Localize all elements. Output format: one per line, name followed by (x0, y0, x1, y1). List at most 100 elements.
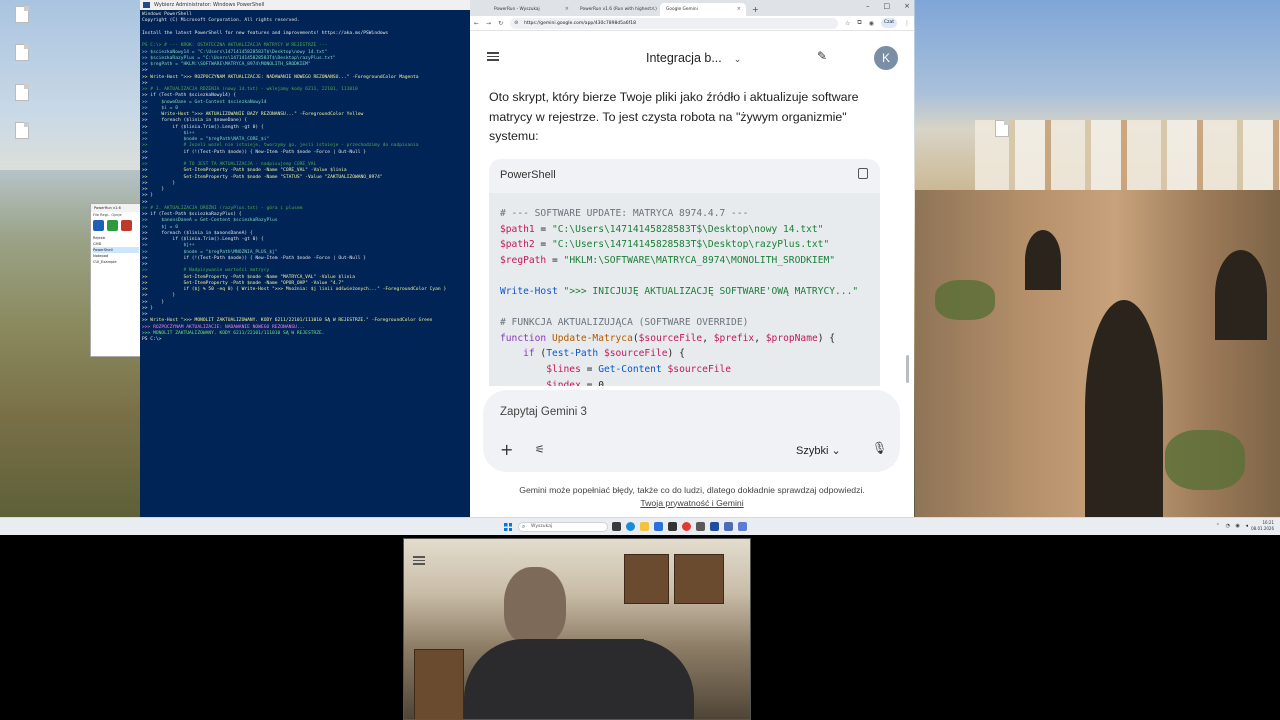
code-token: , (702, 332, 714, 344)
console-line: >> Write-Host ">>> MONOLIT ZAKTUALIZOWAN… (142, 318, 433, 324)
app-icon[interactable] (738, 522, 747, 531)
code-token: ">>> INICJUJĘ AKTUALIZACJĘ SOFTWARE'OWĄ … (563, 285, 859, 297)
star-icon[interactable]: ☆ (845, 20, 850, 27)
avatar[interactable]: K (874, 46, 898, 70)
taskbar-search[interactable]: Wyszukaj (518, 522, 608, 532)
mode-selector[interactable]: Szybki ⌄ (796, 444, 841, 457)
disclaimer: Gemini może popełniać błędy, także co do… (470, 484, 914, 509)
disclaimer-text: Gemini może popełniać błędy, także co do… (519, 485, 865, 495)
app-icon[interactable] (724, 522, 733, 531)
close-icon[interactable]: × (737, 3, 741, 16)
code-block: PowerShell # --- SOFTWARE UPDATE: MATRYC… (489, 159, 880, 386)
terminal-icon[interactable] (668, 522, 677, 531)
profile-icon[interactable]: ◉ (869, 20, 874, 27)
code-token: Get-Content (598, 363, 662, 375)
code-token: $prefix (713, 332, 755, 344)
powershell-console[interactable]: Windows PowerShell Copyright (C) Microsof… (140, 10, 470, 345)
desktop-file-icon[interactable] (980, 120, 1024, 139)
gear-icon[interactable] (107, 220, 118, 231)
powerrun-list: Rejestr CMD PowerShell Notepad CUI_Examp… (91, 233, 141, 267)
powershell-icon[interactable] (710, 522, 719, 531)
code-token: $sourceFile (667, 363, 732, 375)
assistant-message: Oto skrypt, który bierze Twoje pliki jak… (489, 90, 859, 143)
code-token: ) { (667, 348, 685, 360)
new-tab-button[interactable]: + (746, 3, 765, 16)
chevron-down-icon: ⌄ (733, 54, 742, 64)
tab-powerrun[interactable]: PowerRun v1.6 (Run with highest...) × (574, 3, 660, 16)
code-content: # --- SOFTWARE UPDATE: MATRYCA 8974.4.7 … (489, 193, 880, 386)
scrollbar[interactable] (906, 355, 909, 383)
tab-powerrun-search[interactable]: PowerRun - Wyszukaj × (488, 3, 574, 16)
powershell-title: Wybierz Administrator: Windows PowerShel… (140, 0, 470, 10)
maximize-icon[interactable]: □ (884, 2, 891, 10)
reload-icon[interactable]: ↻ (498, 20, 503, 27)
desktop-file-icon[interactable] (0, 122, 44, 141)
code-token: "C:\Users\14714145828583T$\Desktop\nowy … (551, 223, 824, 235)
minimize-icon[interactable]: – (866, 2, 870, 10)
explorer-icon[interactable] (640, 522, 649, 531)
new-chat-icon[interactable]: ✎ (817, 49, 827, 63)
app-icon[interactable] (696, 522, 705, 531)
edge-icon[interactable] (626, 522, 635, 531)
code-token: $sourceFile (638, 332, 703, 344)
close-window-icon[interactable]: × (904, 2, 910, 10)
close-icon[interactable]: × (565, 3, 569, 16)
console-line: >> if ($j % 50 -eq 0) { Write-Host ">>> … (142, 287, 447, 292)
code-token: ( (534, 348, 547, 360)
list-item[interactable]: CUI_Example (93, 259, 139, 265)
code-token: $lines (500, 363, 581, 375)
hamburger-icon (413, 554, 425, 567)
code-line: $index = 0 (500, 378, 869, 386)
chat-body[interactable]: Oto skrypt, który bierze Twoje pliki jak… (470, 86, 914, 386)
store-icon[interactable] (654, 522, 663, 531)
desktop-file-icon[interactable] (0, 44, 44, 63)
start-icon[interactable] (504, 523, 512, 531)
code-line: Write-Host ">>> INICJUJĘ AKTUALIZACJĘ SO… (500, 284, 869, 300)
extensions-icon[interactable]: ⧉ (857, 19, 861, 27)
desktop-file-icon[interactable] (0, 6, 44, 25)
code-token: = (580, 363, 599, 375)
tools-icon[interactable]: ⚟ (535, 443, 545, 456)
desktop-file-icon[interactable] (0, 84, 44, 103)
code-line: if (Test-Path $sourceFile) { (500, 346, 869, 362)
webcam-overlay (403, 538, 751, 720)
code-token: ) { (817, 332, 836, 344)
address-bar: ← → ↻ https://gemini.google.com/app/430c… (470, 16, 914, 31)
url-field[interactable]: https://gemini.google.com/app/430c7898d5… (510, 17, 839, 29)
conversation-title[interactable]: Integracja b... ⌄ (646, 51, 741, 65)
powerrun-window[interactable]: PowerRun v1.6 File Regi.. Opcje Rejestr … (90, 203, 142, 357)
menu-dots-icon[interactable]: ⋮ (904, 20, 910, 27)
clock[interactable]: 16:21 08.01.2026 (1251, 520, 1274, 532)
code-token: "HKLM:\SOFTWARE\MATRYCA_8974\MONOLITH_SR… (563, 254, 836, 266)
close-icon[interactable]: × (651, 3, 655, 16)
code-token: Write-Host (500, 285, 558, 297)
back-icon[interactable]: ← (474, 20, 479, 27)
code-token: # --- SOFTWARE UPDATE: MATRYCA 8974.4.7 … (500, 208, 749, 219)
prompt-box[interactable]: Zapytaj Gemini 3 + ⚟ Szybki ⌄ 🎙 (483, 390, 900, 472)
code-token: Test-Path (546, 348, 599, 360)
wallpaper-ronda (915, 0, 1280, 517)
powershell-window[interactable]: Wybierz Administrator: Windows PowerShel… (140, 0, 470, 517)
code-token: = (546, 254, 564, 266)
code-token: $sourceFile (603, 348, 668, 360)
browser-window[interactable]: PowerRun - Wyszukaj × PowerRun v1.6 (Run … (470, 0, 914, 517)
chrome-icon[interactable] (682, 522, 691, 531)
copy-icon[interactable] (858, 168, 868, 179)
code-token: = 0 (580, 379, 604, 386)
code-line: $lines = Get-Content $sourceFile (500, 362, 869, 378)
system-tray[interactable]: ⌃ ◔ ◉ ◂ (1216, 523, 1250, 529)
code-token: if (500, 348, 535, 360)
hamburger-icon[interactable] (487, 50, 499, 62)
remove-icon[interactable] (121, 220, 132, 231)
add-icon[interactable]: + (500, 440, 513, 459)
prompt-input[interactable]: Zapytaj Gemini 3 (500, 406, 587, 418)
microphone-icon[interactable]: 🎙 (872, 441, 887, 455)
tab-gemini[interactable]: Google Gemini × (660, 3, 746, 16)
task-view-icon[interactable] (612, 522, 621, 531)
gemini-chat-button[interactable]: Czat (880, 18, 897, 28)
privacy-link[interactable]: Twoja prywatność i Gemini (640, 498, 743, 508)
shield-icon[interactable] (93, 220, 104, 231)
forward-icon[interactable]: → (486, 20, 491, 27)
